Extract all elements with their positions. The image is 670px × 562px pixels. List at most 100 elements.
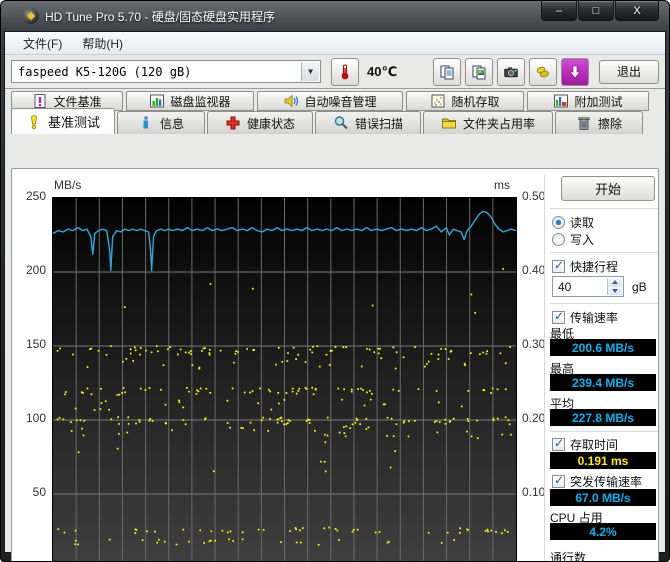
tab-label: 文件基准 bbox=[53, 94, 102, 109]
minimize-button[interactable]: – bbox=[541, 1, 577, 21]
transfer-rate-row[interactable]: 传输速率 bbox=[552, 309, 618, 326]
short-stroke-value: 40 bbox=[558, 279, 572, 294]
tab-label: 信息 bbox=[159, 116, 184, 131]
control-panel: 开始 读取 写入 快捷行程 40 bbox=[548, 173, 666, 562]
burst-rate-checkbox[interactable] bbox=[552, 473, 565, 488]
read-radio[interactable] bbox=[552, 216, 565, 229]
tab-error-scan[interactable]: 错误扫描 bbox=[315, 111, 421, 134]
copy-text-button[interactable] bbox=[433, 57, 461, 86]
copy-text-icon bbox=[440, 65, 454, 79]
chevron-down-icon: ▼ bbox=[301, 62, 319, 81]
tab-benchmark[interactable]: 基准测试 bbox=[11, 108, 115, 134]
tab-aam[interactable]: 自动噪音管理 bbox=[257, 91, 403, 111]
hdtune-disk-icon bbox=[23, 8, 39, 24]
chart-canvas bbox=[53, 198, 516, 561]
panel-divider bbox=[544, 175, 545, 561]
access-time-value: 0.191 ms bbox=[550, 452, 656, 469]
burst-rate-label: 突发传输速率 bbox=[570, 475, 643, 489]
title-bar: HD Tune Pro 5.70 - 硬盘/固态硬盘实用程序 – □ X bbox=[1, 1, 669, 31]
tab-info[interactable]: 信息 bbox=[117, 111, 205, 134]
drive-select-dropdown[interactable]: faspeed K5-120G (120 gB) ▼ bbox=[11, 60, 321, 83]
tab-label: 随机存取 bbox=[451, 94, 500, 109]
tab-folder-usage[interactable]: 文件夹占用率 bbox=[423, 111, 553, 134]
error-scan-magnifier-icon bbox=[334, 116, 348, 130]
start-button-label: 开始 bbox=[594, 182, 621, 197]
tab-label: 磁盘监视器 bbox=[170, 94, 231, 109]
info-icon bbox=[143, 116, 148, 129]
tab-health[interactable]: 健康状态 bbox=[207, 111, 313, 134]
file-benchmark-icon bbox=[34, 94, 46, 108]
toolbar: faspeed K5-120G (120 gB) ▼ 40℃ 退出 bbox=[5, 55, 665, 89]
separator bbox=[550, 252, 658, 253]
maximize-button[interactable]: □ bbox=[578, 1, 614, 21]
exit-button[interactable]: 退出 bbox=[599, 59, 659, 84]
benchmark-chart bbox=[52, 197, 517, 561]
health-cross-icon bbox=[226, 116, 240, 130]
folder-usage-icon bbox=[441, 118, 456, 129]
tab-label: 文件夹占用率 bbox=[462, 116, 535, 131]
temperature-button[interactable] bbox=[331, 57, 359, 86]
copy-image-button[interactable] bbox=[465, 57, 493, 86]
read-radio-row[interactable]: 读取 bbox=[552, 214, 594, 231]
start-button[interactable]: 开始 bbox=[561, 176, 655, 201]
short-stroke-stepper[interactable]: 40 bbox=[552, 276, 624, 297]
tab-extra-tests[interactable]: 附加测试 bbox=[527, 91, 649, 111]
tab-label: 错误扫描 bbox=[354, 116, 403, 131]
write-radio-label: 写入 bbox=[570, 233, 595, 247]
burst-rate-value: 67.0 MB/s bbox=[550, 489, 656, 506]
tab-random-access[interactable]: 随机存取 bbox=[406, 91, 524, 111]
thermometer-icon bbox=[341, 64, 349, 79]
write-radio-row[interactable]: 写入 bbox=[552, 231, 594, 248]
tab-label: 擦除 bbox=[597, 116, 622, 131]
transfer-rate-checkbox[interactable] bbox=[552, 309, 565, 324]
exit-button-label: 退出 bbox=[616, 65, 641, 79]
separator bbox=[550, 431, 658, 432]
menu-bar: 文件(F) 帮助(H) bbox=[5, 32, 665, 55]
separator bbox=[550, 303, 658, 304]
tab-label: 基准测试 bbox=[47, 115, 100, 130]
aam-speaker-icon bbox=[285, 94, 299, 108]
stepper-up-icon[interactable] bbox=[608, 278, 622, 287]
benchmark-exclamation-icon bbox=[31, 114, 37, 129]
menu-help[interactable]: 帮助(H) bbox=[72, 32, 133, 55]
access-time-row[interactable]: 存取时间 bbox=[552, 436, 618, 453]
download-update-icon bbox=[569, 65, 581, 78]
write-radio[interactable] bbox=[552, 233, 565, 246]
temperature-value: 40℃ bbox=[367, 63, 398, 79]
tab-disk-monitor[interactable]: 磁盘监视器 bbox=[126, 91, 254, 111]
tab-label: 附加测试 bbox=[574, 94, 623, 109]
stepper-down-icon[interactable] bbox=[608, 286, 622, 295]
donate-hands-icon bbox=[536, 66, 550, 77]
separator bbox=[550, 208, 658, 209]
tab-label: 健康状态 bbox=[246, 116, 295, 131]
close-button[interactable]: X bbox=[615, 1, 659, 21]
tab-erase[interactable]: 擦除 bbox=[555, 111, 643, 134]
drive-select-value: faspeed K5-120G (120 gB) bbox=[18, 64, 192, 79]
access-time-label: 存取时间 bbox=[570, 438, 619, 452]
screenshot-camera-icon bbox=[504, 66, 518, 77]
copy-image-icon bbox=[472, 65, 486, 79]
short-stroke-label: 快捷行程 bbox=[570, 260, 619, 274]
min-value: 200.6 MB/s bbox=[550, 339, 656, 356]
transfer-rate-label: 传输速率 bbox=[570, 311, 619, 325]
screenshot-button[interactable] bbox=[497, 57, 525, 86]
short-stroke-row[interactable]: 快捷行程 bbox=[552, 258, 618, 275]
donate-button[interactable] bbox=[529, 57, 557, 86]
tab-label: 自动噪音管理 bbox=[304, 94, 377, 109]
extra-tests-icon bbox=[554, 94, 569, 108]
max-value: 239.4 MB/s bbox=[550, 374, 656, 391]
access-time-checkbox[interactable] bbox=[552, 436, 565, 451]
pass-count-label: 通行数 bbox=[550, 551, 587, 562]
main-tab-row: 基准测试 信息 健康状态 错误扫描 文件夹占用率 擦除 bbox=[5, 108, 665, 134]
short-stroke-checkbox[interactable] bbox=[552, 258, 565, 273]
burst-rate-row[interactable]: 突发传输速率 bbox=[552, 473, 642, 490]
window-title: HD Tune Pro 5.70 - 硬盘/固态硬盘实用程序 bbox=[45, 9, 276, 24]
short-stroke-unit: gB bbox=[632, 280, 647, 294]
update-download-button[interactable] bbox=[561, 57, 589, 86]
erase-trash-icon bbox=[578, 117, 590, 130]
left-axis-unit: MB/s bbox=[54, 178, 82, 192]
disk-monitor-icon bbox=[150, 94, 165, 108]
menu-file[interactable]: 文件(F) bbox=[13, 32, 72, 55]
benchmark-content: MB/s ms 250 200 150 100 50 0.50 0.40 0.30 0.20 0… bbox=[11, 168, 659, 561]
random-access-icon bbox=[431, 94, 445, 108]
